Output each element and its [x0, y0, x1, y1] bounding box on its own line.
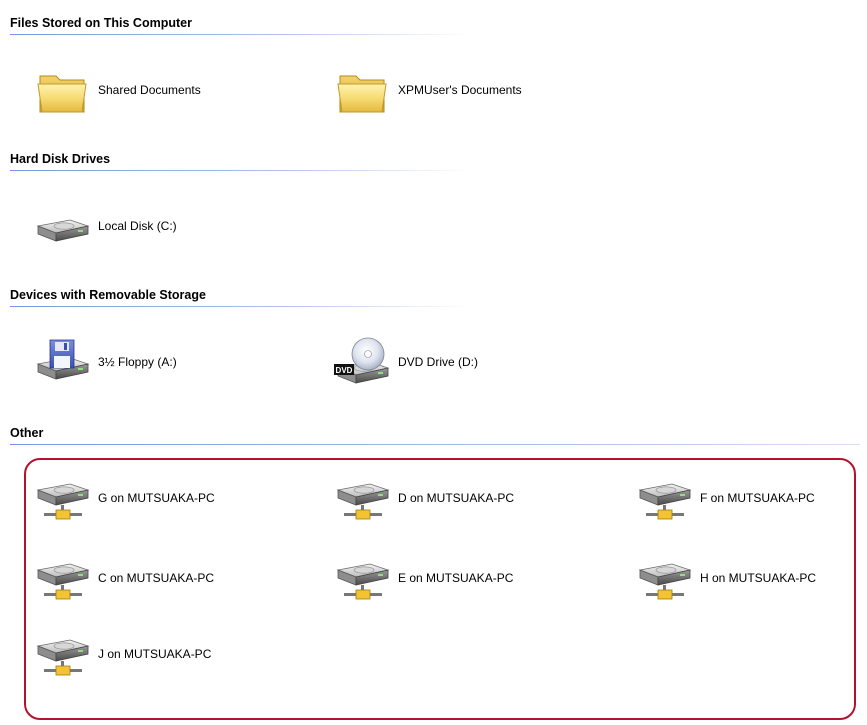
network-drive-g[interactable]: G on MUTSUAKA-PC [30, 470, 215, 526]
item-label: H on MUTSUAKA-PC [700, 571, 817, 585]
item-label: DVD Drive (D:) [398, 355, 478, 369]
group-header-other: Other [10, 424, 860, 446]
group-divider [10, 170, 470, 171]
network-drive-d[interactable]: D on MUTSUAKA-PC [330, 470, 514, 526]
network-drive-f[interactable]: F on MUTSUAKA-PC [632, 470, 815, 526]
item-label: E on MUTSUAKA-PC [398, 571, 514, 585]
shared-documents-folder[interactable]: Shared Documents [30, 62, 201, 118]
group-title: Devices with Removable Storage [10, 288, 206, 302]
network-drive-h[interactable]: H on MUTSUAKA-PC [632, 550, 816, 606]
network-drive-icon [632, 470, 696, 526]
network-drive-icon [30, 550, 94, 606]
group-divider [10, 444, 860, 445]
item-label: Shared Documents [98, 83, 201, 97]
item-label: Local Disk (C:) [98, 219, 177, 233]
network-drive-icon [30, 470, 94, 526]
group-title: Other [10, 426, 44, 440]
group-header-hard-disks: Hard Disk Drives [10, 150, 860, 172]
network-drive-icon [330, 470, 394, 526]
network-drive-icon [30, 626, 94, 682]
item-label: 3½ Floppy (A:) [98, 355, 177, 369]
floppy-drive-a[interactable]: 3½ Floppy (A:) [30, 334, 177, 390]
dvd-badge-text: DVD [336, 366, 353, 375]
item-label: J on MUTSUAKA-PC [98, 647, 212, 661]
group-header-removable: Devices with Removable Storage [10, 286, 860, 308]
floppy-drive-icon [30, 334, 94, 390]
network-drive-c[interactable]: C on MUTSUAKA-PC [30, 550, 214, 606]
hard-disk-icon [30, 198, 94, 254]
network-drive-icon [330, 550, 394, 606]
network-drive-e[interactable]: E on MUTSUAKA-PC [330, 550, 513, 606]
user-documents-folder[interactable]: XPMUser's Documents [330, 62, 522, 118]
network-drive-icon [632, 550, 696, 606]
item-label: F on MUTSUAKA-PC [700, 491, 815, 505]
local-disk-c[interactable]: Local Disk (C:) [30, 198, 177, 254]
group-divider [10, 34, 470, 35]
folder-icon [30, 62, 94, 118]
item-label: XPMUser's Documents [398, 83, 522, 97]
network-drive-j[interactable]: J on MUTSUAKA-PC [30, 626, 211, 682]
dvd-drive-icon: DVD [330, 334, 394, 390]
group-header-files: Files Stored on This Computer [10, 14, 860, 36]
group-title: Hard Disk Drives [10, 152, 111, 166]
item-label: C on MUTSUAKA-PC [98, 571, 215, 585]
folder-icon [330, 62, 394, 118]
dvd-drive-d[interactable]: DVD DVD Drive (D:) [330, 334, 478, 390]
item-label: D on MUTSUAKA-PC [398, 491, 515, 505]
group-divider [10, 306, 470, 307]
group-title: Files Stored on This Computer [10, 16, 192, 30]
item-label: G on MUTSUAKA-PC [98, 491, 215, 505]
